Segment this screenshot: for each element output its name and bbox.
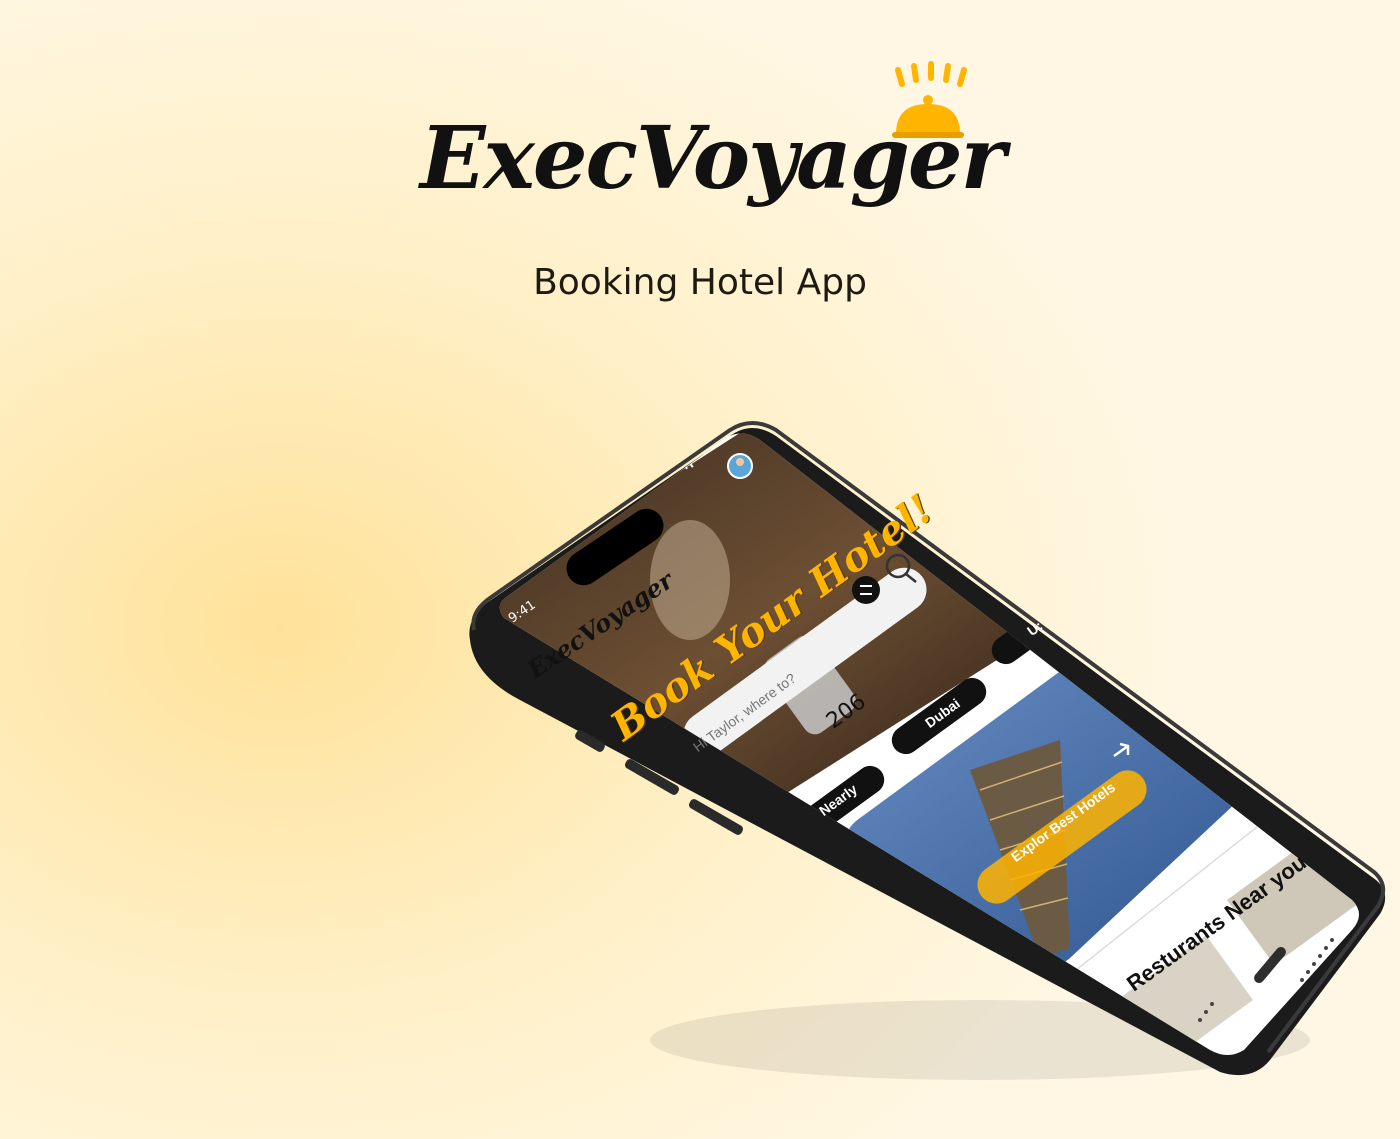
phone-mockup [469,421,1386,1080]
